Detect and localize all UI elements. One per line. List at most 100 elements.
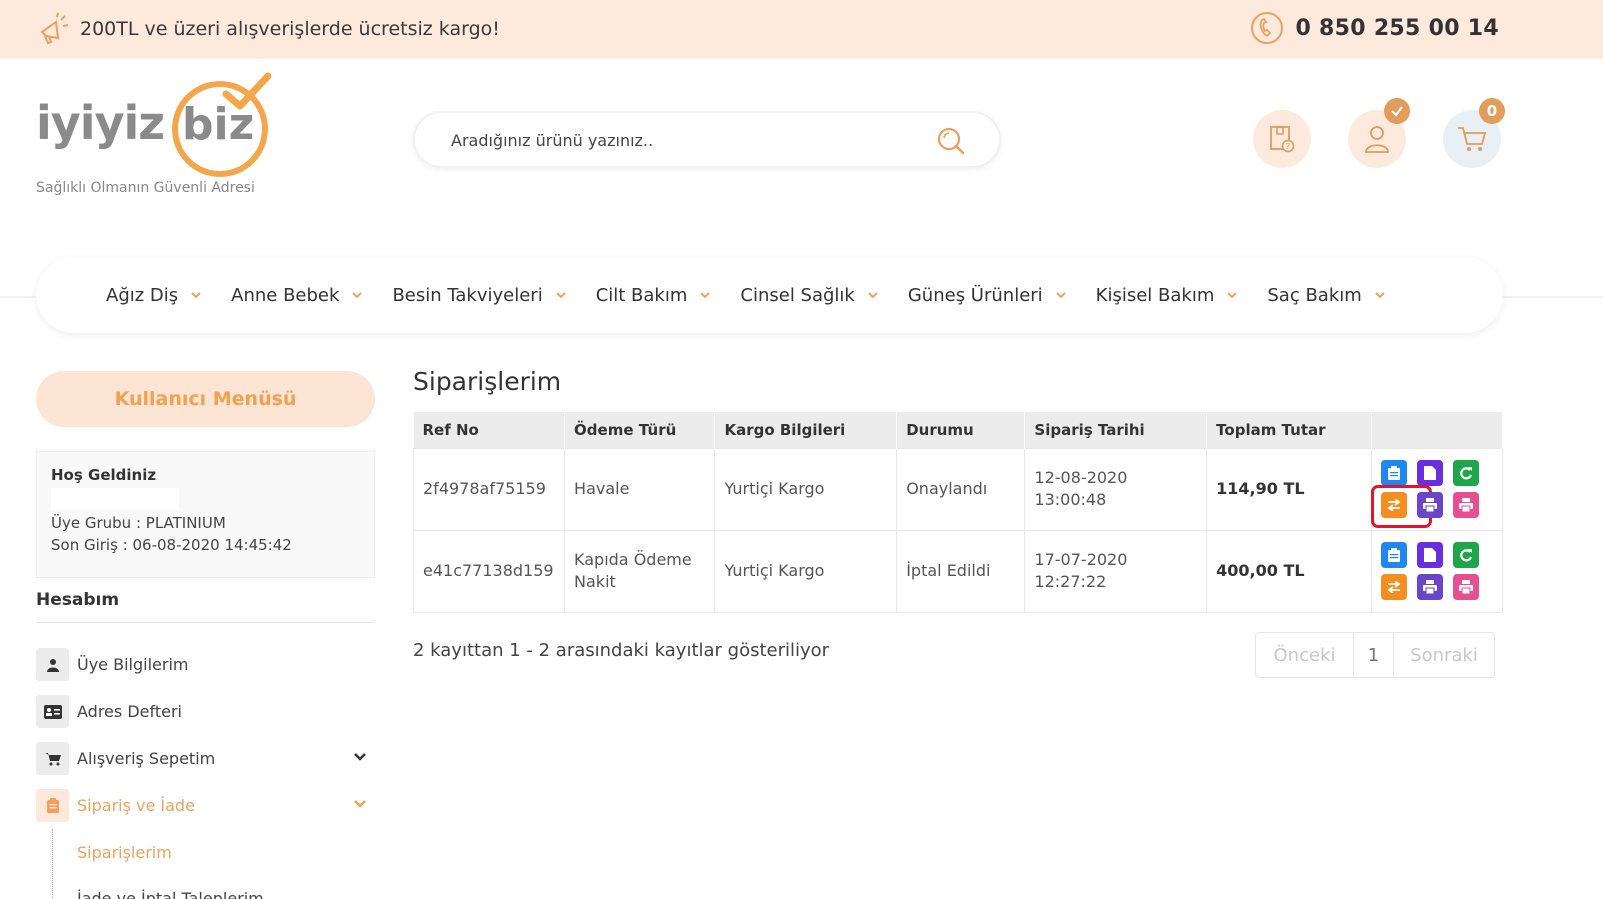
megaphone-icon xyxy=(40,12,69,45)
user-menu-header[interactable]: Kullanıcı Menüsü xyxy=(36,371,375,427)
order-tracking-button[interactable]: ? xyxy=(1253,110,1311,168)
return-exchange-button[interactable] xyxy=(1380,574,1407,600)
table-row: e41c77138d159 Kapıda Ödeme Nakit Yurtiçi… xyxy=(412,529,1504,613)
sidebar-item-orders-returns[interactable]: Sipariş ve İade xyxy=(36,782,375,829)
account-menu: Üye Bilgilerim Adres Defteri Alışveriş S… xyxy=(36,641,375,899)
order-status: Onaylandı xyxy=(896,447,1026,530)
print-icon xyxy=(1422,498,1437,512)
nav-item-cinsel-saglik[interactable]: Cinsel Sağlık xyxy=(740,285,878,306)
check-icon xyxy=(1391,106,1403,117)
chevron-down-icon[interactable] xyxy=(353,752,367,762)
phone-number: 0 850 255 00 14 xyxy=(1295,15,1499,41)
chevron-down-icon xyxy=(1375,292,1385,299)
nav-item-cilt-bakim[interactable]: Cilt Bakım xyxy=(596,285,712,306)
nav-item-sac-bakim[interactable]: Saç Bakım xyxy=(1267,285,1385,306)
promo-banner: 200TL ve üzeri alışverişlerde ücretsiz k… xyxy=(36,12,500,46)
phone-contact[interactable]: 0 850 255 00 14 xyxy=(1249,10,1499,46)
welcome-box: Hoş Geldiniz Üye Grubu : PLATINIUM Son G… xyxy=(36,451,375,578)
reorder-button[interactable] xyxy=(1452,542,1479,568)
cart-count-badge: 0 xyxy=(1479,98,1505,124)
return-exchange-button[interactable] xyxy=(1370,485,1432,528)
order-cargo: Yurtiçi Kargo xyxy=(714,529,898,613)
chevron-down-icon xyxy=(191,292,201,299)
cart-icon xyxy=(44,752,61,765)
sidebar-item-label: Alışveriş Sepetim xyxy=(77,749,216,768)
order-time: 13:00:48 xyxy=(1034,490,1107,509)
pagination: Önceki 1 Sonraki xyxy=(1255,632,1495,678)
print-invoice-button[interactable] xyxy=(1452,574,1479,600)
order-total: 114,90 TL xyxy=(1206,447,1372,530)
prev-page-button[interactable]: Önceki xyxy=(1256,633,1354,677)
orders-submenu: Siparişlerim İade ve İptal Taleplerim xyxy=(52,829,375,899)
invoice-button[interactable] xyxy=(1416,460,1443,486)
sidebar-item-address-book[interactable]: Adres Defteri xyxy=(36,688,375,735)
column-header: Toplam Tutar xyxy=(1206,412,1372,448)
nav-item-anne-bebek[interactable]: Anne Bebek xyxy=(231,285,363,306)
sidebar-item-member-info[interactable]: Üye Bilgilerim xyxy=(36,641,375,688)
site-logo[interactable]: iyiyiz biz Sağlıklı Olmanın Güvenli Adre… xyxy=(36,72,276,206)
phone-icon xyxy=(1251,12,1284,44)
print-icon xyxy=(1458,498,1473,512)
nav-label: Kişisel Bakım xyxy=(1095,284,1215,306)
chevron-down-icon xyxy=(1227,292,1238,299)
top-bar: 200TL ve üzeri alışverişlerde ücretsiz k… xyxy=(0,0,1603,59)
chevron-down-icon xyxy=(700,292,711,299)
sidebar-item-shopping-cart[interactable]: Alışveriş Sepetim xyxy=(36,735,375,782)
cart-button[interactable]: 0 xyxy=(1443,98,1505,168)
member-group: Üye Grubu : PLATINIUM xyxy=(51,514,226,532)
sidebar-subitem-my-orders[interactable]: Siparişlerim xyxy=(77,829,375,875)
user-icon xyxy=(46,658,59,672)
column-header: Ref No xyxy=(413,412,566,448)
search-input[interactable] xyxy=(451,127,911,153)
column-header: Ödeme Türü xyxy=(564,412,716,448)
nav-label: Ağız Diş xyxy=(106,284,179,306)
nav-label: Besin Takviyeleri xyxy=(392,284,543,306)
logged-in-check-badge xyxy=(1384,98,1410,124)
order-date: 17-07-2020 xyxy=(1034,550,1128,569)
print-button[interactable] xyxy=(1416,574,1443,600)
search-icon[interactable] xyxy=(935,125,967,157)
order-payment: Havale xyxy=(564,447,716,530)
cart-icon xyxy=(1458,127,1487,151)
user-icon xyxy=(1365,126,1389,153)
next-page-button[interactable]: Sonraki xyxy=(1394,633,1494,677)
order-datetime: 12-08-2020 13:00:48 xyxy=(1024,447,1208,530)
order-detail-button[interactable] xyxy=(1380,542,1407,568)
print-button[interactable] xyxy=(1416,492,1443,518)
page-title: Siparişlerim xyxy=(413,367,562,396)
column-header: Kargo Bilgileri xyxy=(714,412,898,448)
clipboard-icon xyxy=(1387,548,1400,562)
chevron-down-icon[interactable] xyxy=(353,799,367,809)
nav-item-kisisel-bakim[interactable]: Kişisel Bakım xyxy=(1096,285,1239,306)
column-header: Durumu xyxy=(896,412,1026,448)
reorder-button[interactable] xyxy=(1452,460,1479,486)
nav-item-gunes-urunleri[interactable]: Güneş Ürünleri xyxy=(908,285,1067,306)
sidebar-subitem-return-requests[interactable]: İade ve İptal Taleplerim xyxy=(77,875,375,899)
sidebar-item-label: Üye Bilgilerim xyxy=(77,655,189,674)
document-icon xyxy=(1423,548,1436,562)
order-actions xyxy=(1370,447,1504,530)
order-status: İptal Edildi xyxy=(896,529,1026,613)
page-number-button[interactable]: 1 xyxy=(1354,633,1394,677)
sidebar-item-label: Sipariş ve İade xyxy=(77,796,195,815)
print-icon xyxy=(1458,580,1473,594)
order-ref: 2f4978af75159 xyxy=(412,447,566,530)
invoice-button[interactable] xyxy=(1416,542,1443,568)
category-nav: Ağız Diş Anne Bebek Besin Takviyeleri Ci… xyxy=(36,257,1503,333)
chevron-down-icon xyxy=(352,292,363,299)
order-actions xyxy=(1371,529,1504,613)
chevron-down-icon xyxy=(868,292,878,299)
order-total: 400,00 TL xyxy=(1206,529,1372,613)
table-header-row: Ref No Ödeme Türü Kargo Bilgileri Durumu… xyxy=(413,412,1504,448)
search-bar xyxy=(413,111,1001,168)
nav-label: Cinsel Sağlık xyxy=(740,284,855,306)
clipboard-icon xyxy=(1387,466,1400,480)
nav-item-besin-takviyeleri[interactable]: Besin Takviyeleri xyxy=(392,285,566,306)
logo-check-icon xyxy=(222,72,272,110)
print-invoice-button[interactable] xyxy=(1452,492,1479,518)
order-detail-button[interactable] xyxy=(1380,460,1407,486)
nav-item-agiz-dis[interactable]: Ağız Diş xyxy=(106,285,202,306)
order-datetime: 17-07-2020 12:27:22 xyxy=(1024,529,1208,613)
exchange-icon xyxy=(1387,581,1401,593)
account-button[interactable] xyxy=(1348,98,1410,168)
